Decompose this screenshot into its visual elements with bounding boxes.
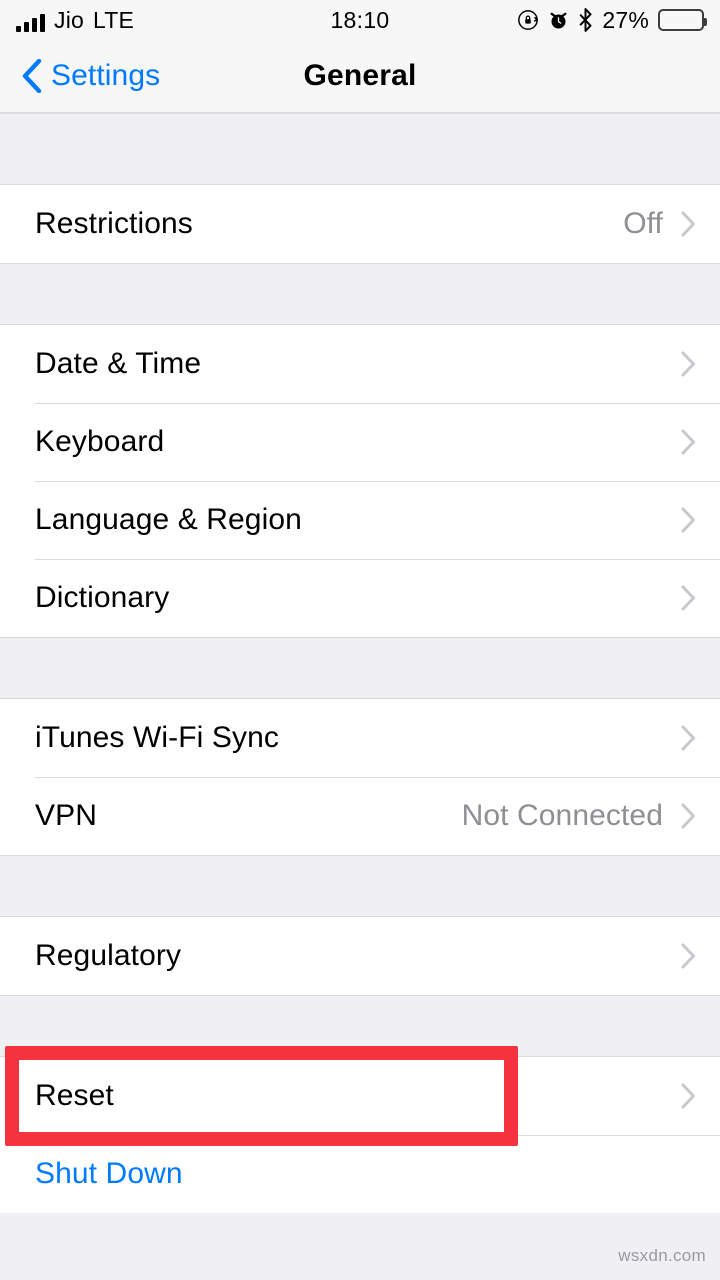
chevron-right-icon	[681, 507, 695, 533]
settings-row-accessory	[681, 507, 696, 533]
bluetooth-icon	[578, 8, 593, 32]
settings-row-regulatory[interactable]: Regulatory	[0, 917, 720, 995]
chevron-right-icon	[681, 725, 695, 751]
settings-row-label: VPN	[35, 799, 97, 832]
settings-group: Regulatory	[0, 917, 720, 995]
settings-row-value: Not Connected	[461, 799, 663, 832]
settings-row-label: Language & Region	[35, 503, 302, 536]
settings-row-label: Keyboard	[35, 425, 165, 458]
rotation-lock-icon	[517, 9, 539, 31]
watermark: wsxdn.com	[618, 1246, 706, 1265]
settings-row-accessory: Off	[623, 207, 696, 241]
chevron-right-icon	[681, 211, 695, 237]
settings-row-shut-down[interactable]: Shut Down	[0, 1135, 720, 1213]
settings-row-language-region[interactable]: Language & Region	[0, 481, 720, 559]
navigation-bar: Settings General	[0, 40, 720, 113]
settings-row-vpn[interactable]: VPN Not Connected	[0, 777, 720, 855]
chevron-right-icon	[681, 803, 695, 829]
chevron-right-icon	[681, 585, 695, 611]
settings-group: iTunes Wi-Fi Sync VPN Not Connected	[0, 699, 720, 855]
settings-row-restrictions[interactable]: Restrictions Off	[0, 185, 720, 263]
section-gap	[0, 263, 720, 325]
section-gap	[0, 995, 720, 1057]
chevron-right-icon	[681, 351, 695, 377]
settings-row-label: Restrictions	[35, 207, 193, 240]
settings-row-label: Dictionary	[35, 581, 170, 614]
chevron-left-icon	[22, 59, 42, 93]
section-gap	[0, 855, 720, 917]
settings-row-label: iTunes Wi-Fi Sync	[35, 721, 279, 754]
alarm-clock-icon	[548, 10, 569, 31]
chevron-right-icon	[681, 943, 695, 969]
settings-row-label: Reset	[35, 1079, 114, 1112]
settings-row-label: Date & Time	[35, 347, 202, 380]
settings-row-label: Regulatory	[35, 939, 182, 972]
settings-row-date-time[interactable]: Date & Time	[0, 325, 720, 403]
settings-row-label: Shut Down	[35, 1157, 183, 1190]
status-bar: Jio LTE 18:10 27%	[0, 0, 720, 40]
back-button-label: Settings	[51, 59, 161, 92]
settings-row-accessory	[681, 585, 696, 611]
back-button[interactable]: Settings	[0, 59, 160, 93]
settings-row-accessory	[681, 1083, 696, 1109]
settings-row-reset[interactable]: Reset	[0, 1057, 720, 1135]
section-gap	[0, 637, 720, 699]
settings-list: Restrictions Off Date & Time Keyboard Langua…	[0, 113, 720, 1213]
settings-row-accessory	[681, 943, 696, 969]
settings-row-accessory: Not Connected	[462, 799, 696, 833]
settings-row-itunes-wi-fi-sync[interactable]: iTunes Wi-Fi Sync	[0, 699, 720, 777]
chevron-right-icon	[681, 429, 695, 455]
settings-group: Date & Time Keyboard Language & Region Dict…	[0, 325, 720, 637]
iphone-settings-screen: Jio LTE 18:10 27% Settings General Restr…	[0, 0, 720, 1280]
settings-row-dictionary[interactable]: Dictionary	[0, 559, 720, 637]
settings-row-keyboard[interactable]: Keyboard	[0, 403, 720, 481]
battery-icon	[658, 9, 707, 31]
settings-group: Restrictions Off	[0, 185, 720, 263]
section-gap	[0, 113, 720, 185]
status-bar-right: 27%	[517, 6, 707, 33]
settings-row-accessory	[681, 429, 696, 455]
settings-row-value: Off	[623, 207, 663, 240]
chevron-right-icon	[681, 1083, 695, 1109]
settings-row-accessory	[681, 351, 696, 377]
settings-row-accessory	[681, 725, 696, 751]
battery-percent-label: 27%	[602, 6, 649, 33]
settings-group: Reset Shut Down	[0, 1057, 720, 1213]
